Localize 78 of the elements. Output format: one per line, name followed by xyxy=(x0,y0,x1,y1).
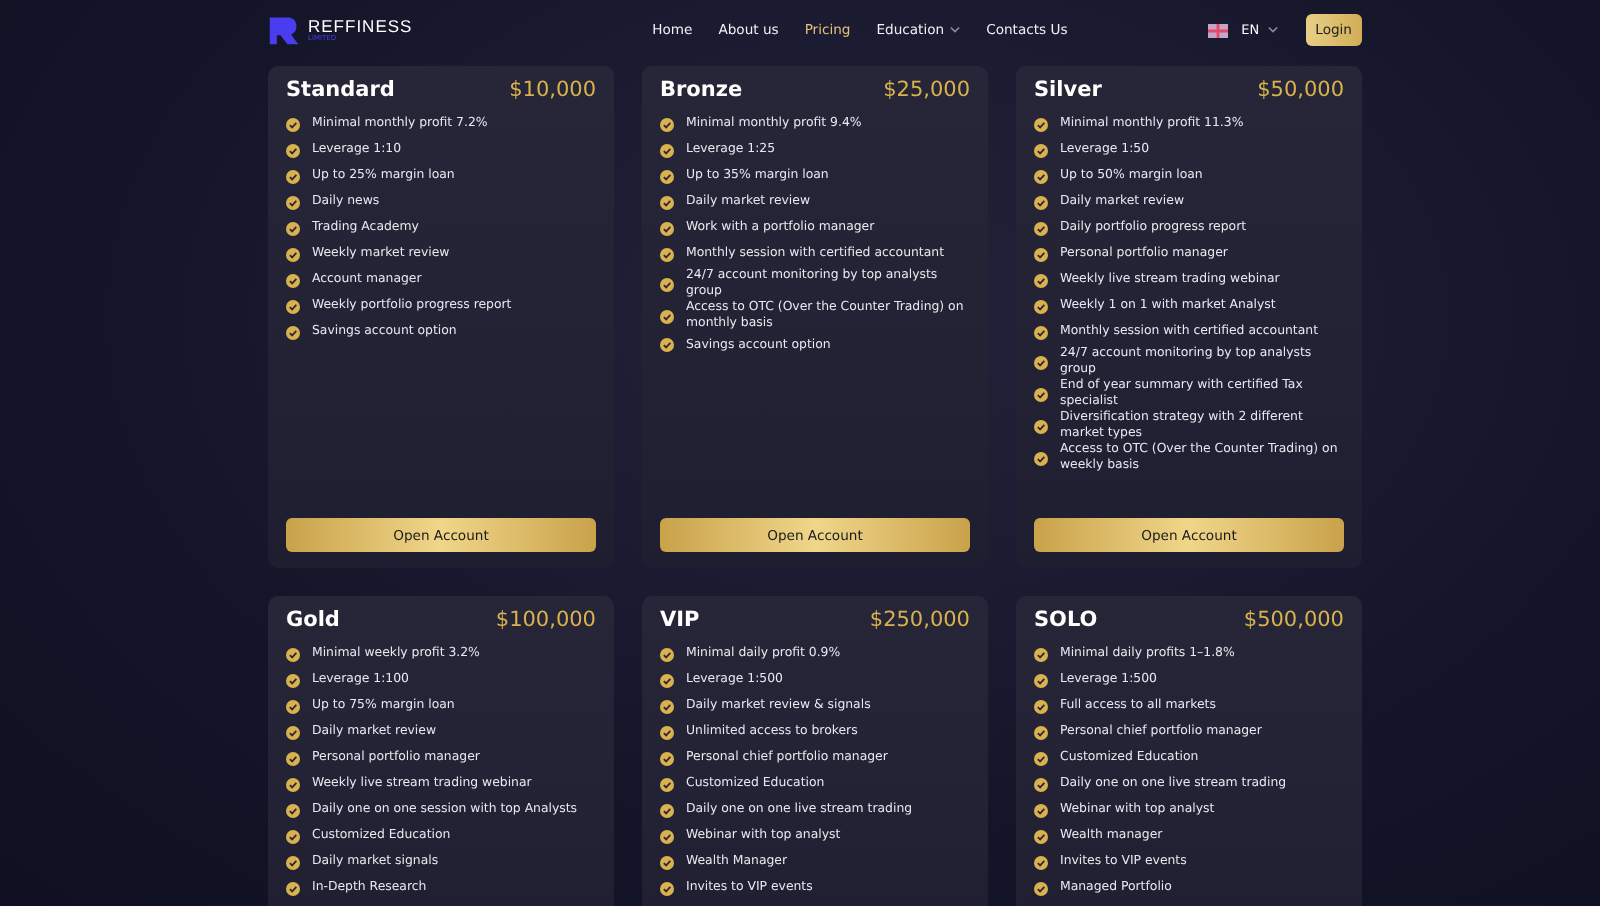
plan-name: Standard xyxy=(286,78,395,102)
check-icon xyxy=(660,118,674,132)
check-icon xyxy=(1034,648,1048,662)
check-icon xyxy=(1034,778,1048,792)
check-icon xyxy=(660,674,674,688)
check-icon xyxy=(660,196,674,210)
check-icon xyxy=(660,726,674,740)
check-icon xyxy=(286,326,300,340)
plan-price: $50,000 xyxy=(1257,78,1344,102)
check-icon xyxy=(1034,222,1048,236)
flag-icon[interactable] xyxy=(1207,23,1228,37)
plan-name: Gold xyxy=(286,608,340,632)
check-icon xyxy=(286,222,300,236)
check-icon xyxy=(1034,300,1048,314)
check-icon xyxy=(1034,118,1048,132)
check-icon xyxy=(1034,144,1048,158)
check-icon xyxy=(286,648,300,662)
check-icon xyxy=(1034,274,1048,288)
check-icon xyxy=(286,674,300,688)
check-icon xyxy=(660,804,674,818)
check-icon xyxy=(660,338,674,353)
check-icon xyxy=(660,170,674,184)
check-icon xyxy=(1034,700,1048,714)
check-icon xyxy=(286,778,300,792)
check-icon xyxy=(286,882,300,896)
check-icon xyxy=(286,804,300,818)
check-icon xyxy=(660,222,674,236)
check-icon xyxy=(1034,674,1048,688)
check-icon xyxy=(286,274,300,288)
logo-icon[interactable] xyxy=(266,14,302,46)
plan-price: $25,000 xyxy=(883,78,970,102)
check-icon xyxy=(286,726,300,740)
plan-price: $10,000 xyxy=(509,78,596,102)
check-icon xyxy=(286,118,300,132)
check-icon xyxy=(286,856,300,870)
check-icon xyxy=(286,144,300,158)
check-icon xyxy=(286,700,300,714)
check-icon xyxy=(1034,355,1048,370)
check-icon xyxy=(286,196,300,210)
plan-name: Silver xyxy=(1034,78,1102,102)
check-icon xyxy=(1034,726,1048,740)
check-icon xyxy=(286,300,300,314)
check-icon xyxy=(660,830,674,844)
check-icon xyxy=(1034,170,1048,184)
plan-price: $250,000 xyxy=(869,608,970,632)
check-icon xyxy=(660,778,674,792)
check-icon xyxy=(660,700,674,714)
check-icon xyxy=(286,248,300,262)
plan-name: Bronze xyxy=(660,78,743,102)
check-icon xyxy=(1034,196,1048,210)
check-icon xyxy=(1034,752,1048,766)
check-icon xyxy=(1034,326,1048,340)
check-icon xyxy=(1034,830,1048,844)
check-icon xyxy=(1034,387,1048,402)
check-icon xyxy=(660,882,674,896)
check-icon xyxy=(660,856,674,870)
plan-name: VIP xyxy=(660,608,700,632)
check-icon xyxy=(660,648,674,662)
check-icon xyxy=(1034,856,1048,870)
check-icon xyxy=(1034,451,1048,466)
logo-name[interactable]: REFFINESS xyxy=(308,18,413,35)
check-icon xyxy=(660,309,674,324)
check-icon xyxy=(286,752,300,766)
check-icon xyxy=(1034,882,1048,896)
check-icon xyxy=(1034,804,1048,818)
check-icon xyxy=(1034,248,1048,262)
check-icon xyxy=(660,752,674,766)
check-icon xyxy=(286,830,300,844)
caret-icon[interactable] xyxy=(950,26,961,34)
plan-price: $100,000 xyxy=(495,608,596,632)
check-icon xyxy=(660,144,674,158)
caret-icon[interactable] xyxy=(1267,26,1278,34)
check-icon xyxy=(286,170,300,184)
plan-price: $500,000 xyxy=(1243,608,1344,632)
check-icon xyxy=(660,277,674,292)
check-icon xyxy=(660,248,674,262)
check-icon xyxy=(1034,419,1048,434)
plan-name: SOLO xyxy=(1034,608,1098,632)
